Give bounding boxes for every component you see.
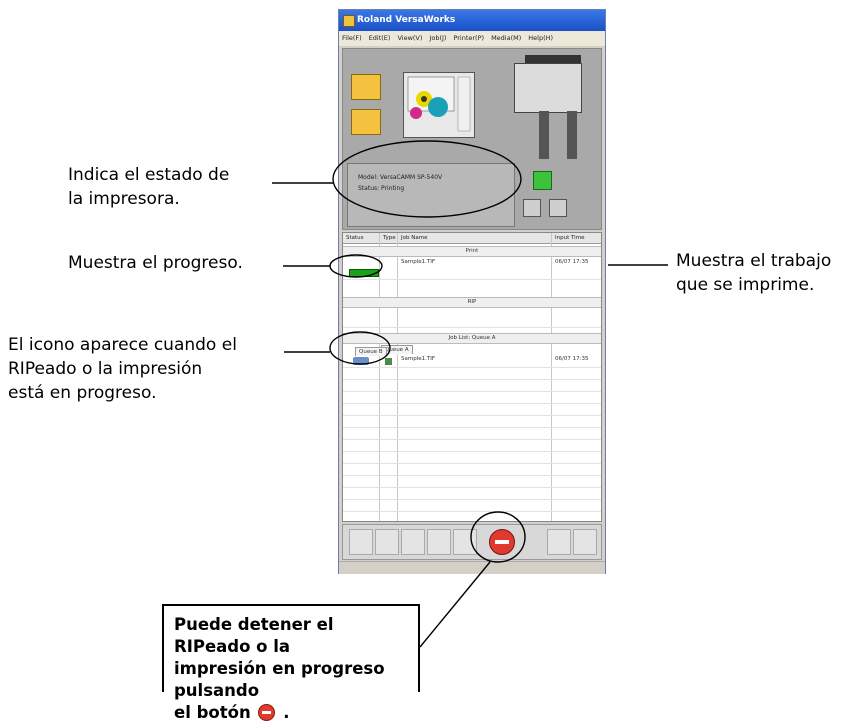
note-line2: impresión en progreso pulsando — [174, 659, 385, 700]
note-line3-end: . — [283, 703, 290, 722]
status-callout-circle — [332, 140, 522, 218]
callout-overlay — [272, 140, 668, 648]
stop-note-box: Puede detener el RIPeado o la impresión … — [162, 604, 420, 722]
icon-callout-circle — [329, 331, 391, 365]
progress-callout-circle — [329, 254, 383, 278]
stop-leader-line — [419, 561, 491, 648]
stop-icon — [258, 704, 276, 721]
note-line3-text: el botón — [174, 703, 251, 722]
note-line1: Puede detener el RIPeado o la — [174, 615, 334, 656]
note-line3: el botón . — [174, 702, 408, 724]
stop-callout-circle — [470, 511, 526, 563]
